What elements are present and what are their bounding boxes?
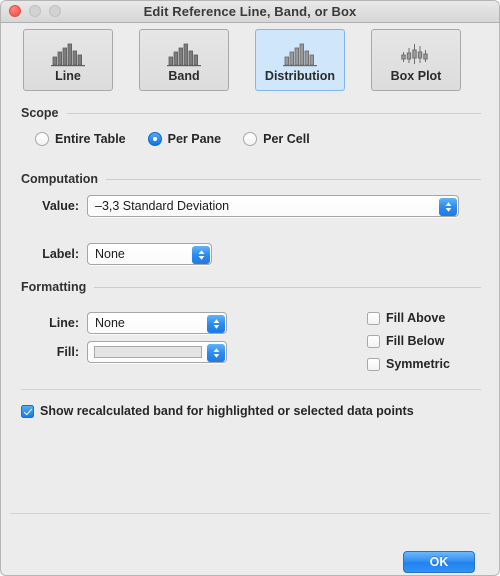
value-dropdown-text: –3,3 Standard Deviation bbox=[95, 199, 230, 213]
box-plot-icon bbox=[399, 37, 433, 67]
tab-distribution[interactable]: Distribution bbox=[255, 29, 345, 91]
formatting-bottom-divider bbox=[21, 389, 481, 390]
label-dropdown-text: None bbox=[95, 247, 125, 261]
checkbox-symmetric[interactable]: Symmetric bbox=[367, 357, 450, 371]
radio-per-cell[interactable]: Per Cell bbox=[243, 132, 310, 146]
tab-label: Box Plot bbox=[390, 69, 442, 83]
window-title: Edit Reference Line, Band, or Box bbox=[143, 4, 357, 19]
computation-divider bbox=[106, 178, 481, 180]
line-label: Line: bbox=[49, 316, 79, 330]
fill-color-swatch bbox=[94, 346, 202, 358]
tab-box-plot[interactable]: Box Plot bbox=[371, 29, 461, 91]
radio-per-pane[interactable]: Per Pane bbox=[147, 132, 222, 146]
tab-line[interactable]: Line bbox=[23, 29, 113, 91]
label-dropdown[interactable]: None bbox=[87, 243, 212, 265]
formatting-group-header: Formatting bbox=[21, 280, 481, 294]
radio-label: Entire Table bbox=[55, 132, 126, 146]
ok-button-label: OK bbox=[429, 555, 449, 569]
tab-label: Line bbox=[55, 69, 81, 83]
fill-dropdown[interactable] bbox=[87, 341, 227, 363]
distribution-bars-icon bbox=[51, 37, 85, 67]
checkbox-square-icon bbox=[367, 357, 380, 371]
title-bar: Edit Reference Line, Band, or Box bbox=[1, 1, 499, 23]
chevron-up-down-icon[interactable] bbox=[207, 344, 225, 362]
mode-tab-strip: Line Band Distribution Box Plot bbox=[23, 29, 461, 91]
radio-circle-icon bbox=[243, 132, 258, 146]
scope-radio-group: Entire Table Per Pane Per Cell bbox=[35, 132, 310, 146]
checkbox-fill-above[interactable]: Fill Above bbox=[367, 311, 445, 325]
line-field-row: Line: None bbox=[35, 312, 227, 334]
computation-group-header: Computation bbox=[21, 172, 481, 186]
label-label: Label: bbox=[42, 247, 79, 261]
footer-divider bbox=[10, 513, 490, 514]
dialog-window: Edit Reference Line, Band, or Box Line B… bbox=[0, 0, 500, 576]
checkbox-show-recalculated-band[interactable]: Show recalculated band for highlighted o… bbox=[21, 404, 414, 418]
chevron-up-down-icon[interactable] bbox=[207, 315, 225, 333]
value-label: Value: bbox=[42, 199, 79, 213]
radio-entire-table[interactable]: Entire Table bbox=[35, 132, 126, 146]
dialog-content: Line Band Distribution Box Plot Scope En… bbox=[1, 23, 499, 575]
computation-heading: Computation bbox=[21, 172, 99, 186]
checkbox-square-icon bbox=[367, 311, 380, 325]
ok-button[interactable]: OK bbox=[403, 551, 475, 573]
radio-label: Per Pane bbox=[167, 132, 222, 146]
label-field-row: Label: None bbox=[35, 243, 212, 265]
fill-field-row: Fill: bbox=[35, 341, 227, 363]
checkbox-label: Show recalculated band for highlighted o… bbox=[40, 404, 414, 418]
formatting-divider bbox=[94, 286, 481, 288]
checkbox-fill-below[interactable]: Fill Below bbox=[367, 334, 444, 348]
tab-label: Band bbox=[168, 69, 200, 83]
checkbox-square-icon bbox=[21, 404, 34, 418]
chevron-up-down-icon[interactable] bbox=[439, 198, 457, 216]
line-dropdown[interactable]: None bbox=[87, 312, 227, 334]
checkbox-square-icon bbox=[367, 334, 380, 348]
scope-heading: Scope bbox=[21, 106, 59, 120]
radio-circle-icon bbox=[147, 132, 162, 146]
line-dropdown-text: None bbox=[95, 316, 125, 330]
scope-group-header: Scope bbox=[21, 106, 481, 120]
scope-divider bbox=[66, 112, 481, 114]
checkbox-label: Fill Above bbox=[386, 311, 446, 325]
tab-label: Distribution bbox=[264, 69, 336, 83]
formatting-heading: Formatting bbox=[21, 280, 87, 294]
radio-circle-icon bbox=[35, 132, 49, 146]
tab-band[interactable]: Band bbox=[139, 29, 229, 91]
value-dropdown[interactable]: –3,3 Standard Deviation bbox=[87, 195, 459, 217]
checkbox-label: Fill Below bbox=[386, 334, 445, 348]
chevron-up-down-icon[interactable] bbox=[192, 246, 210, 264]
distribution-bars-icon bbox=[167, 37, 201, 67]
fill-label: Fill: bbox=[56, 345, 79, 359]
value-field-row: Value: –3,3 Standard Deviation bbox=[35, 195, 459, 217]
distribution-bars-icon bbox=[283, 37, 317, 67]
checkbox-label: Symmetric bbox=[386, 357, 450, 371]
radio-label: Per Cell bbox=[263, 132, 310, 146]
